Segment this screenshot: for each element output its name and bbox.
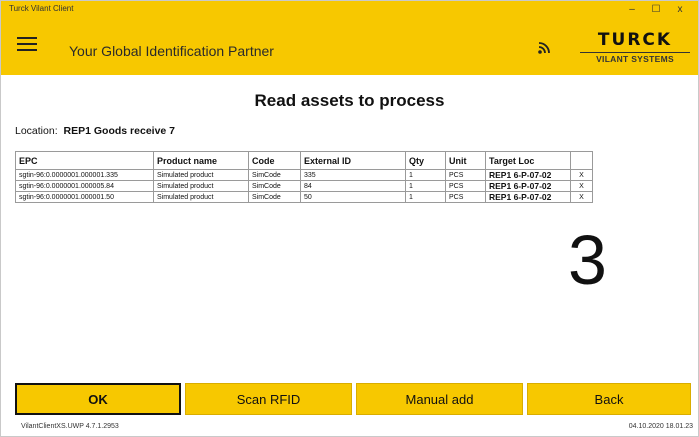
table-row[interactable]: sgtin-96:0.0000001.000001.50 Simulated p… bbox=[15, 191, 593, 203]
location-value: REP1 Goods receive 7 bbox=[63, 125, 176, 137]
cell-qty: 1 bbox=[405, 180, 446, 192]
logo-subtitle: VILANT SYSTEMS bbox=[580, 52, 690, 65]
window-title: Turck Vilant Client bbox=[9, 4, 74, 13]
maximize-button[interactable]: ☐ bbox=[644, 2, 668, 18]
ok-button[interactable]: OK bbox=[15, 383, 181, 415]
table-header-row: EPC Product name Code External ID Qty Un… bbox=[15, 151, 593, 170]
app-window: Turck Vilant Client – ☐ x Your Global Id… bbox=[0, 0, 699, 437]
title-bar: Turck Vilant Client – ☐ x bbox=[1, 1, 698, 19]
turck-logo: TURCK VILANT SYSTEMS bbox=[580, 31, 690, 67]
column-header-epc[interactable]: EPC bbox=[15, 151, 154, 170]
app-header: Your Global Identification Partner TURCK… bbox=[1, 19, 698, 75]
cell-qty: 1 bbox=[405, 169, 446, 181]
action-button-bar: OK Scan RFID Manual add Back bbox=[15, 383, 695, 415]
rfid-signal-icon[interactable] bbox=[537, 39, 553, 55]
close-button[interactable]: x bbox=[668, 2, 692, 18]
column-header-product-name[interactable]: Product name bbox=[153, 151, 249, 170]
cell-product-name: Simulated product bbox=[153, 191, 249, 203]
cell-product-name: Simulated product bbox=[153, 169, 249, 181]
column-header-remove bbox=[570, 151, 593, 170]
cell-external-id: 50 bbox=[300, 191, 406, 203]
cell-external-id: 84 bbox=[300, 180, 406, 192]
table-row[interactable]: sgtin-96:0.0000001.000001.335 Simulated … bbox=[15, 169, 593, 181]
minimize-button[interactable]: – bbox=[620, 2, 644, 18]
page-title: Read assets to process bbox=[254, 91, 445, 110]
asset-count: 3 bbox=[568, 221, 607, 299]
remove-row-button[interactable]: X bbox=[570, 169, 593, 181]
location-line: Location: REP1 Goods receive 7 bbox=[15, 125, 175, 137]
status-datetime: 04.10.2020 18.01.23 bbox=[628, 423, 693, 430]
cell-unit: PCS bbox=[445, 191, 486, 203]
cell-code: SimCode bbox=[248, 169, 301, 181]
status-bar: VilantClientXS.UWP 4.7.1.2953 04.10.2020… bbox=[21, 421, 693, 433]
column-header-qty[interactable]: Qty bbox=[405, 151, 446, 170]
cell-code: SimCode bbox=[248, 180, 301, 192]
remove-row-button[interactable]: X bbox=[570, 180, 593, 192]
column-header-target-loc[interactable]: Target Loc bbox=[485, 151, 571, 170]
header-tagline: Your Global Identification Partner bbox=[69, 43, 274, 59]
window-controls: – ☐ x bbox=[620, 2, 692, 18]
column-header-code[interactable]: Code bbox=[248, 151, 301, 170]
cell-product-name: Simulated product bbox=[153, 180, 249, 192]
manual-add-button[interactable]: Manual add bbox=[356, 383, 523, 415]
location-label: Location: bbox=[15, 125, 58, 137]
assets-table: EPC Product name Code External ID Qty Un… bbox=[15, 151, 593, 203]
cell-code: SimCode bbox=[248, 191, 301, 203]
cell-target-loc: REP1 6-P-07-02 bbox=[485, 180, 571, 192]
remove-row-button[interactable]: X bbox=[570, 191, 593, 203]
cell-target-loc: REP1 6-P-07-02 bbox=[485, 169, 571, 181]
logo-brand: TURCK bbox=[597, 30, 673, 50]
scan-rfid-button[interactable]: Scan RFID bbox=[185, 383, 352, 415]
table-row[interactable]: sgtin-96:0.0000001.000005.84 Simulated p… bbox=[15, 180, 593, 192]
cell-epc: sgtin-96:0.0000001.000001.50 bbox=[15, 191, 154, 203]
cell-unit: PCS bbox=[445, 169, 486, 181]
hamburger-menu-icon[interactable] bbox=[17, 37, 37, 51]
cell-qty: 1 bbox=[405, 191, 446, 203]
back-button[interactable]: Back bbox=[527, 383, 691, 415]
cell-unit: PCS bbox=[445, 180, 486, 192]
cell-target-loc: REP1 6-P-07-02 bbox=[485, 191, 571, 203]
cell-epc: sgtin-96:0.0000001.000005.84 bbox=[15, 180, 154, 192]
column-header-unit[interactable]: Unit bbox=[445, 151, 486, 170]
column-header-external-id[interactable]: External ID bbox=[300, 151, 406, 170]
app-version: VilantClientXS.UWP 4.7.1.2953 bbox=[21, 423, 119, 430]
cell-external-id: 335 bbox=[300, 169, 406, 181]
cell-epc: sgtin-96:0.0000001.000001.335 bbox=[15, 169, 154, 181]
